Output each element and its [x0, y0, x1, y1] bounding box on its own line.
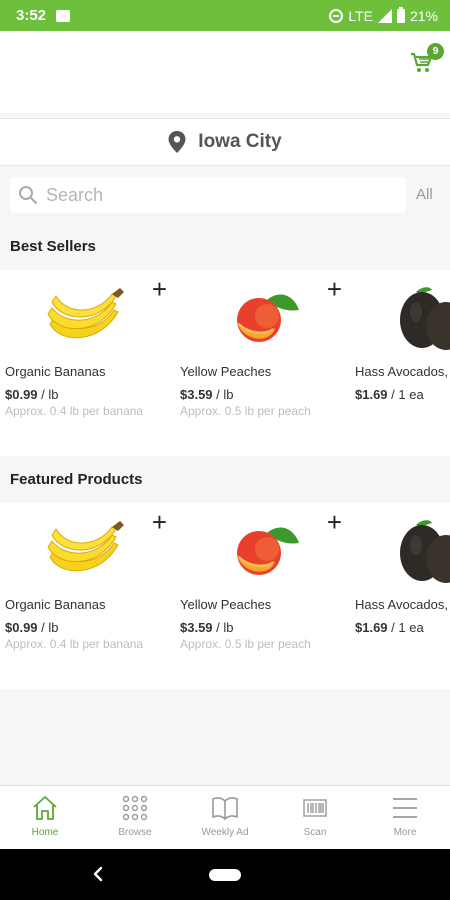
nav-label: Scan	[303, 827, 327, 838]
book-icon	[212, 797, 238, 820]
add-to-cart-button[interactable]: +	[327, 509, 342, 535]
price-unit: / 1 ea	[387, 387, 424, 402]
product-price: $1.69 / 1 ea	[355, 387, 424, 402]
price-value: $0.99	[5, 387, 38, 402]
product-card[interactable]: + Yellow Peaches $3.59 / lb Approx. 0.5 …	[175, 503, 350, 689]
add-to-cart-button[interactable]: +	[327, 276, 342, 302]
nav-scan[interactable]: Scan	[270, 786, 360, 849]
product-card[interactable]: + Organic Bananas $0.99 / lb Approx. 0.4…	[0, 270, 175, 456]
add-to-cart-button[interactable]: +	[152, 276, 167, 302]
signal-icon	[377, 8, 392, 23]
cart-count-badge: 9	[427, 43, 444, 60]
section-title-best-sellers: Best Sellers	[10, 238, 96, 255]
banana-image	[47, 288, 124, 339]
product-name: Hass Avocados,	[355, 597, 448, 612]
battery-icon	[396, 6, 405, 23]
barcode-icon	[303, 799, 327, 817]
price-unit: / lb	[37, 387, 59, 402]
image-notification-icon	[56, 9, 71, 22]
product-price: $0.99 / lb	[5, 387, 59, 402]
network-type: LTE	[348, 7, 373, 24]
store-city: Iowa City	[198, 131, 282, 152]
price-value: $3.59	[180, 387, 213, 402]
product-name: Hass Avocados,	[355, 364, 448, 379]
app-header: 9	[0, 31, 450, 113]
price-value: $1.69	[355, 387, 388, 402]
nav-browse[interactable]: Browse	[90, 786, 180, 849]
price-value: $1.69	[355, 620, 388, 635]
nav-label: Home	[31, 827, 59, 838]
nav-home[interactable]: Home	[0, 786, 90, 849]
price-unit: / lb	[37, 620, 59, 635]
search-bar	[10, 177, 406, 213]
nav-label: Weekly Ad	[201, 827, 249, 838]
home-icon	[33, 796, 57, 820]
status-right: LTE 21%	[329, 6, 438, 24]
avocado-image	[400, 520, 450, 583]
product-carousel-featured[interactable]: + Organic Bananas $0.99 / lb Approx. 0.4…	[0, 503, 450, 689]
bottom-nav: Home Browse Weekly Ad Scan More	[0, 785, 450, 849]
product-approx-weight: Approx. 0.5 lb per peach	[180, 637, 311, 651]
product-price: $3.59 / lb	[180, 620, 234, 635]
product-approx-weight: Approx. 0.5 lb per peach	[180, 404, 311, 418]
search-icon	[19, 186, 38, 205]
search-input[interactable]	[46, 184, 386, 206]
do-not-disturb-icon	[329, 8, 344, 23]
location-pin-icon	[168, 131, 186, 153]
home-gesture-pill[interactable]	[209, 869, 241, 881]
product-card[interactable]: + Organic Bananas $0.99 / lb Approx. 0.4…	[0, 503, 175, 689]
cart-button[interactable]: 9	[410, 43, 444, 75]
nav-weekly-ad[interactable]: Weekly Ad	[180, 786, 270, 849]
status-bar: 3:52 LTE 21%	[0, 0, 450, 31]
search-scope-selector[interactable]: All	[416, 186, 433, 203]
back-icon[interactable]	[92, 865, 104, 883]
product-approx-weight: Approx. 0.4 lb per banana	[5, 637, 144, 651]
price-unit: / lb	[212, 620, 234, 635]
add-to-cart-button[interactable]: +	[152, 509, 167, 535]
product-name: Yellow Peaches	[180, 364, 272, 379]
price-unit: / lb	[212, 387, 234, 402]
product-approx-weight: Approx. 0.4 lb per banana	[5, 404, 144, 418]
store-location-selector[interactable]: Iowa City	[0, 118, 450, 166]
product-carousel-best-sellers[interactable]: + Organic Bananas $0.99 / lb Approx. 0.4…	[0, 270, 450, 456]
peach-image	[237, 294, 299, 342]
product-price: $3.59 / lb	[180, 387, 234, 402]
product-name: Organic Bananas	[5, 364, 106, 379]
battery-percent: 21%	[409, 7, 438, 24]
banana-image	[47, 521, 124, 572]
product-card[interactable]: + Yellow Peaches $3.59 / lb Approx. 0.5 …	[175, 270, 350, 456]
nav-label: More	[393, 827, 417, 838]
nav-more[interactable]: More	[360, 786, 450, 849]
nav-label: Browse	[118, 827, 152, 838]
system-nav-bar	[0, 849, 450, 900]
product-name: Yellow Peaches	[180, 597, 272, 612]
price-unit: / 1 ea	[387, 620, 424, 635]
section-title-featured-products: Featured Products	[10, 471, 143, 488]
product-card[interactable]: Hass Avocados, $1.69 / 1 ea	[350, 503, 450, 689]
grid-icon	[122, 795, 148, 821]
price-value: $3.59	[180, 620, 213, 635]
product-card[interactable]: Hass Avocados, $1.69 / 1 ea	[350, 270, 450, 456]
menu-icon	[393, 798, 417, 818]
avocado-image	[400, 287, 450, 350]
product-price: $0.99 / lb	[5, 620, 59, 635]
product-name: Organic Bananas	[5, 597, 106, 612]
peach-image	[237, 527, 299, 575]
status-time: 3:52	[16, 7, 47, 24]
product-price: $1.69 / 1 ea	[355, 620, 424, 635]
price-value: $0.99	[5, 620, 38, 635]
